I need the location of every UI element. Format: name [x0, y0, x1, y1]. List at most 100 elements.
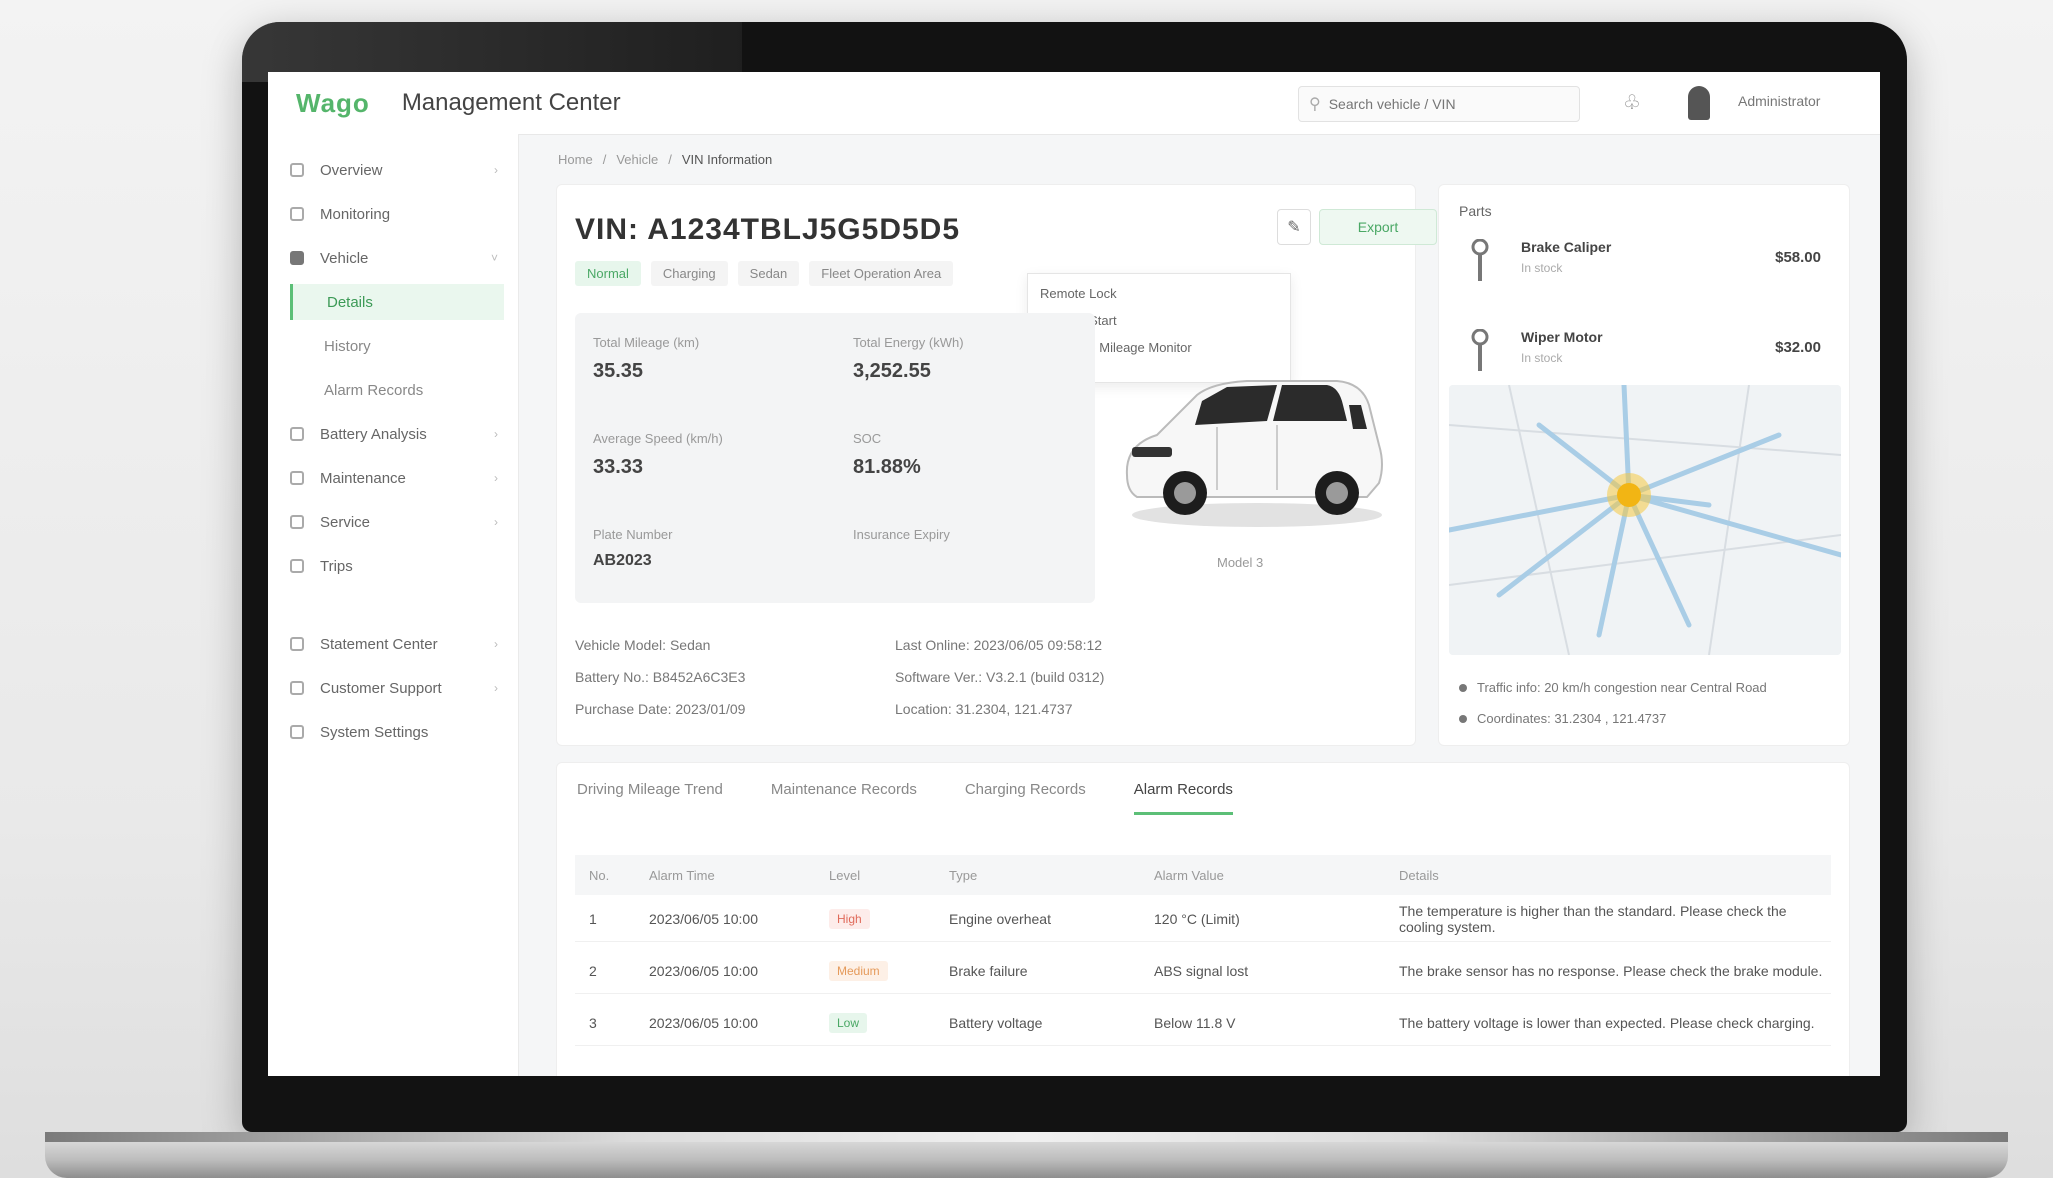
tab-alarm-records[interactable]: Alarm Records — [1133, 781, 1233, 815]
column-header[interactable]: Alarm Value — [1154, 868, 1399, 883]
sidebar-item-label: System Settings — [320, 723, 429, 741]
breadcrumb-item[interactable]: Vehicle — [616, 152, 658, 167]
column-header[interactable]: Type — [949, 868, 1154, 883]
info-row: Purchase Date: 2023/01/09 Location: 31.2… — [575, 701, 1395, 717]
sidebar-item-label: Battery Analysis — [320, 425, 427, 443]
square-icon — [290, 207, 304, 221]
search-box[interactable]: ⚲ — [1298, 86, 1580, 122]
level-badge: High — [829, 909, 870, 929]
sidebar-item-label: Trips — [320, 557, 353, 575]
info-row: Vehicle Model: Sedan Last Online: 2023/0… — [575, 637, 1395, 653]
traffic-text: Traffic info: 20 km/h congestion near Ce… — [1477, 680, 1767, 695]
sidebar-item-label: Vehicle — [320, 249, 369, 267]
sidebar-item-label: Customer Support — [320, 679, 442, 697]
wrench-icon — [1471, 329, 1489, 371]
sidebar-item-monitoring[interactable]: Monitoring — [290, 196, 504, 232]
breadcrumb-current: VIN Information — [681, 152, 773, 167]
location-map[interactable] — [1449, 385, 1841, 655]
part-status: In stock — [1521, 261, 1563, 275]
level-badge: Medium — [829, 961, 888, 981]
sidebar-item-statement[interactable]: Statement Center › — [290, 626, 504, 662]
square-icon — [290, 681, 304, 695]
coordinates-info: Coordinates: 31.2304 , 121.4737 — [1459, 711, 1666, 726]
avatar[interactable] — [1688, 86, 1710, 120]
column-header[interactable]: Alarm Time — [649, 868, 829, 883]
table-row[interactable]: 2 2023/06/05 10:00 Medium Brake failure … — [575, 949, 1831, 994]
metric-total-energy: Total Energy (kWh) 3,252.55 — [853, 335, 964, 383]
breadcrumb-item[interactable]: Home — [558, 152, 593, 167]
chevron-right-icon: › — [494, 163, 498, 177]
records-tabs: Driving Mileage Trend Maintenance Record… — [577, 781, 1233, 815]
cell-value: 120 °C (Limit) — [1154, 911, 1240, 927]
sidebar-item-trips[interactable]: Trips — [290, 548, 504, 584]
parts-item[interactable]: Wiper Motor In stock $32.00 — [1459, 323, 1839, 383]
square-icon — [290, 471, 304, 485]
laptop-base — [45, 1132, 2008, 1178]
column-header: No. — [589, 867, 610, 883]
status-badge: Fleet Operation Area — [809, 261, 954, 286]
info-item: Purchase Date: 2023/01/09 — [575, 701, 746, 717]
square-icon — [290, 251, 304, 265]
app-screen: Wago Management Center ⚲ ♧ Administrator… — [268, 72, 1880, 1076]
edit-button[interactable]: ✎ — [1277, 209, 1311, 245]
info-item: Vehicle Model: Sedan — [575, 637, 711, 653]
chevron-right-icon: › — [494, 515, 498, 529]
breadcrumb: Home / Vehicle / VIN Information — [558, 152, 773, 167]
chevron-right-icon: › — [494, 471, 498, 485]
coordinates-text: Coordinates: 31.2304 , 121.4737 — [1477, 711, 1667, 726]
cell-time: 2023/06/05 10:00 — [649, 911, 758, 927]
part-price: $32.00 — [1775, 339, 1821, 356]
metric-value: 81.88% — [853, 456, 921, 478]
sidebar-item-battery[interactable]: Battery Analysis › — [290, 416, 504, 452]
cell-time: 2023/06/05 10:00 — [649, 1015, 758, 1031]
info-item: Location: 31.2304, 121.4737 — [895, 701, 1073, 717]
table-row[interactable]: 3 2023/06/05 10:00 Low Battery voltage B… — [575, 1001, 1831, 1046]
sidebar-subitem-details[interactable]: Details — [290, 284, 504, 320]
dropdown-item[interactable]: Remote Lock — [1028, 280, 1290, 307]
tab-driving-mileage[interactable]: Driving Mileage Trend — [577, 781, 723, 815]
sidebar-item-overview[interactable]: Overview › — [290, 152, 504, 188]
app-title: Management Center — [401, 89, 621, 116]
bell-icon[interactable]: ♧ — [1623, 90, 1641, 115]
car-caption: Model 3 — [1217, 555, 1264, 570]
logo: Wago — [296, 87, 370, 118]
part-status: In stock — [1521, 351, 1563, 365]
sidebar-item-service[interactable]: Service › — [290, 504, 504, 540]
parts-title: Parts — [1459, 203, 1492, 219]
metrics-panel: Total Mileage (km) 35.35 Total Energy (k… — [575, 313, 1095, 603]
table-row[interactable]: 1 2023/06/05 10:00 High Engine overheat … — [575, 897, 1831, 942]
chevron-right-icon: › — [494, 681, 498, 695]
part-name: Brake Caliper — [1521, 239, 1612, 255]
sidebar-item-support[interactable]: Customer Support › — [290, 670, 504, 706]
sidebar-subitem-alarm-records[interactable]: Alarm Records — [290, 372, 504, 408]
sidebar-item-label: Monitoring — [320, 205, 391, 223]
status-badge: Normal — [575, 261, 641, 286]
records-card: Driving Mileage Trend Maintenance Record… — [556, 762, 1850, 1076]
parts-panel: Parts Brake Caliper In stock $58.00 Wipe… — [1438, 184, 1850, 746]
export-button[interactable]: Export — [1319, 209, 1437, 245]
square-icon — [290, 515, 304, 529]
sidebar-item-vehicle[interactable]: Vehicle ˅ — [290, 240, 504, 276]
cell-details: The battery voltage is lower than expect… — [1399, 1015, 1815, 1031]
info-item: Last Online: 2023/06/05 09:58:12 — [895, 637, 1103, 653]
tab-charging-records[interactable]: Charging Records — [965, 781, 1086, 815]
username[interactable]: Administrator — [1738, 93, 1820, 109]
cell-details: The brake sensor has no response. Please… — [1399, 963, 1823, 979]
metric-plate: Plate Number AB2023 — [593, 527, 672, 570]
bullet-icon — [1459, 714, 1467, 723]
search-input[interactable] — [1326, 95, 1561, 113]
sidebar-subitem-history[interactable]: History — [290, 328, 504, 364]
parts-item[interactable]: Brake Caliper In stock $58.00 — [1459, 233, 1839, 293]
sidebar-item-settings[interactable]: System Settings — [290, 714, 504, 750]
sidebar-item-maintenance[interactable]: Maintenance › — [290, 460, 504, 496]
metric-insurance: Insurance Expiry — [853, 527, 950, 552]
traffic-info: Traffic info: 20 km/h congestion near Ce… — [1459, 680, 1767, 695]
metric-total-mileage: Total Mileage (km) 35.35 — [593, 335, 699, 383]
chevron-down-icon: ˅ — [490, 251, 498, 265]
metric-label: SOC — [853, 431, 882, 446]
metric-value: 35.35 — [593, 360, 644, 382]
tab-maintenance-records[interactable]: Maintenance Records — [771, 781, 917, 815]
cell-value: Below 11.8 V — [1154, 1015, 1236, 1031]
column-header[interactable]: Level — [829, 868, 949, 883]
search-icon: ⚲ — [1309, 96, 1321, 113]
